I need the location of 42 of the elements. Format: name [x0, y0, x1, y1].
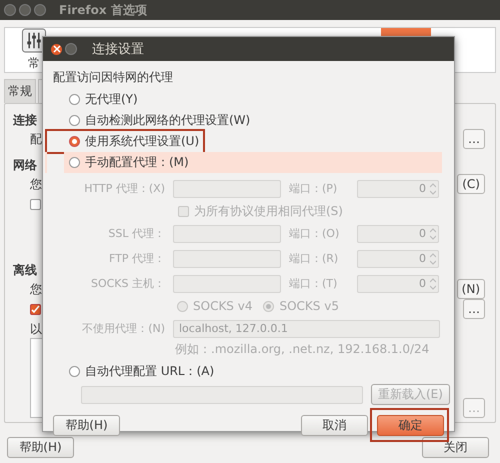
port-label: 端口：(R)	[289, 251, 340, 266]
section-text: 您	[30, 280, 42, 298]
port-label: 端口：(P)	[289, 181, 338, 196]
cancel-button[interactable]: 取消	[301, 415, 368, 436]
url-field[interactable]	[81, 386, 363, 404]
help-button[interactable]: 帮助(H)	[7, 437, 74, 458]
window-title: Firefox 首选项	[59, 2, 147, 18]
checkbox[interactable]	[30, 304, 41, 314]
port-label: 端口：(T)	[289, 276, 338, 291]
radio-button[interactable]	[69, 157, 80, 168]
section-button[interactable]: …	[463, 299, 485, 319]
proxy-label: SSL 代理：	[107, 226, 165, 241]
radio-button[interactable]	[69, 366, 80, 377]
list-label: 以	[30, 321, 42, 338]
radio-button[interactable]	[69, 115, 80, 126]
section-heading: 离线	[13, 262, 37, 279]
port-label: 端口：(O)	[289, 226, 340, 241]
toolbar-label[interactable]: 常	[28, 55, 40, 72]
tab[interactable]: 常规	[4, 79, 36, 103]
radio-label[interactable]: 无代理(Y)	[85, 91, 138, 108]
section-heading: 连接	[13, 112, 37, 129]
proxy-label: HTTP 代理：(X)	[83, 181, 165, 196]
section-button[interactable]: …	[463, 129, 485, 149]
section-heading: 网络	[13, 157, 37, 174]
dialog-title: 连接设置	[92, 41, 144, 58]
section-text: 您	[30, 176, 42, 192]
section-button[interactable]: (C)	[457, 174, 485, 194]
checkbox[interactable]	[30, 198, 41, 210]
group-heading: 配置访问因特网的代理	[53, 69, 174, 86]
proxy-label: SOCKS 主机：	[90, 276, 165, 291]
help-button[interactable]: 帮助(H)	[53, 415, 120, 436]
radio-label[interactable]: 自动代理配置 URL：(A)	[85, 363, 214, 380]
radio-label[interactable]: 自动检测此网络的代理设置(W)	[85, 112, 250, 129]
proxy-label: FTP 代理：	[108, 251, 165, 266]
ok-button[interactable]: 确定	[377, 415, 444, 436]
section-text: 配	[30, 130, 42, 148]
radio-button[interactable]	[69, 136, 80, 147]
section-button[interactable]: (N)	[456, 279, 485, 299]
hint-text: 例如：.mozilla.org, .net.nz, 192.168.1.0/24	[174, 341, 430, 358]
close-button[interactable]: 关闭	[422, 437, 489, 458]
radio-button[interactable]	[69, 94, 80, 105]
no-proxy-label: 不使用代理：(N)	[81, 321, 165, 336]
